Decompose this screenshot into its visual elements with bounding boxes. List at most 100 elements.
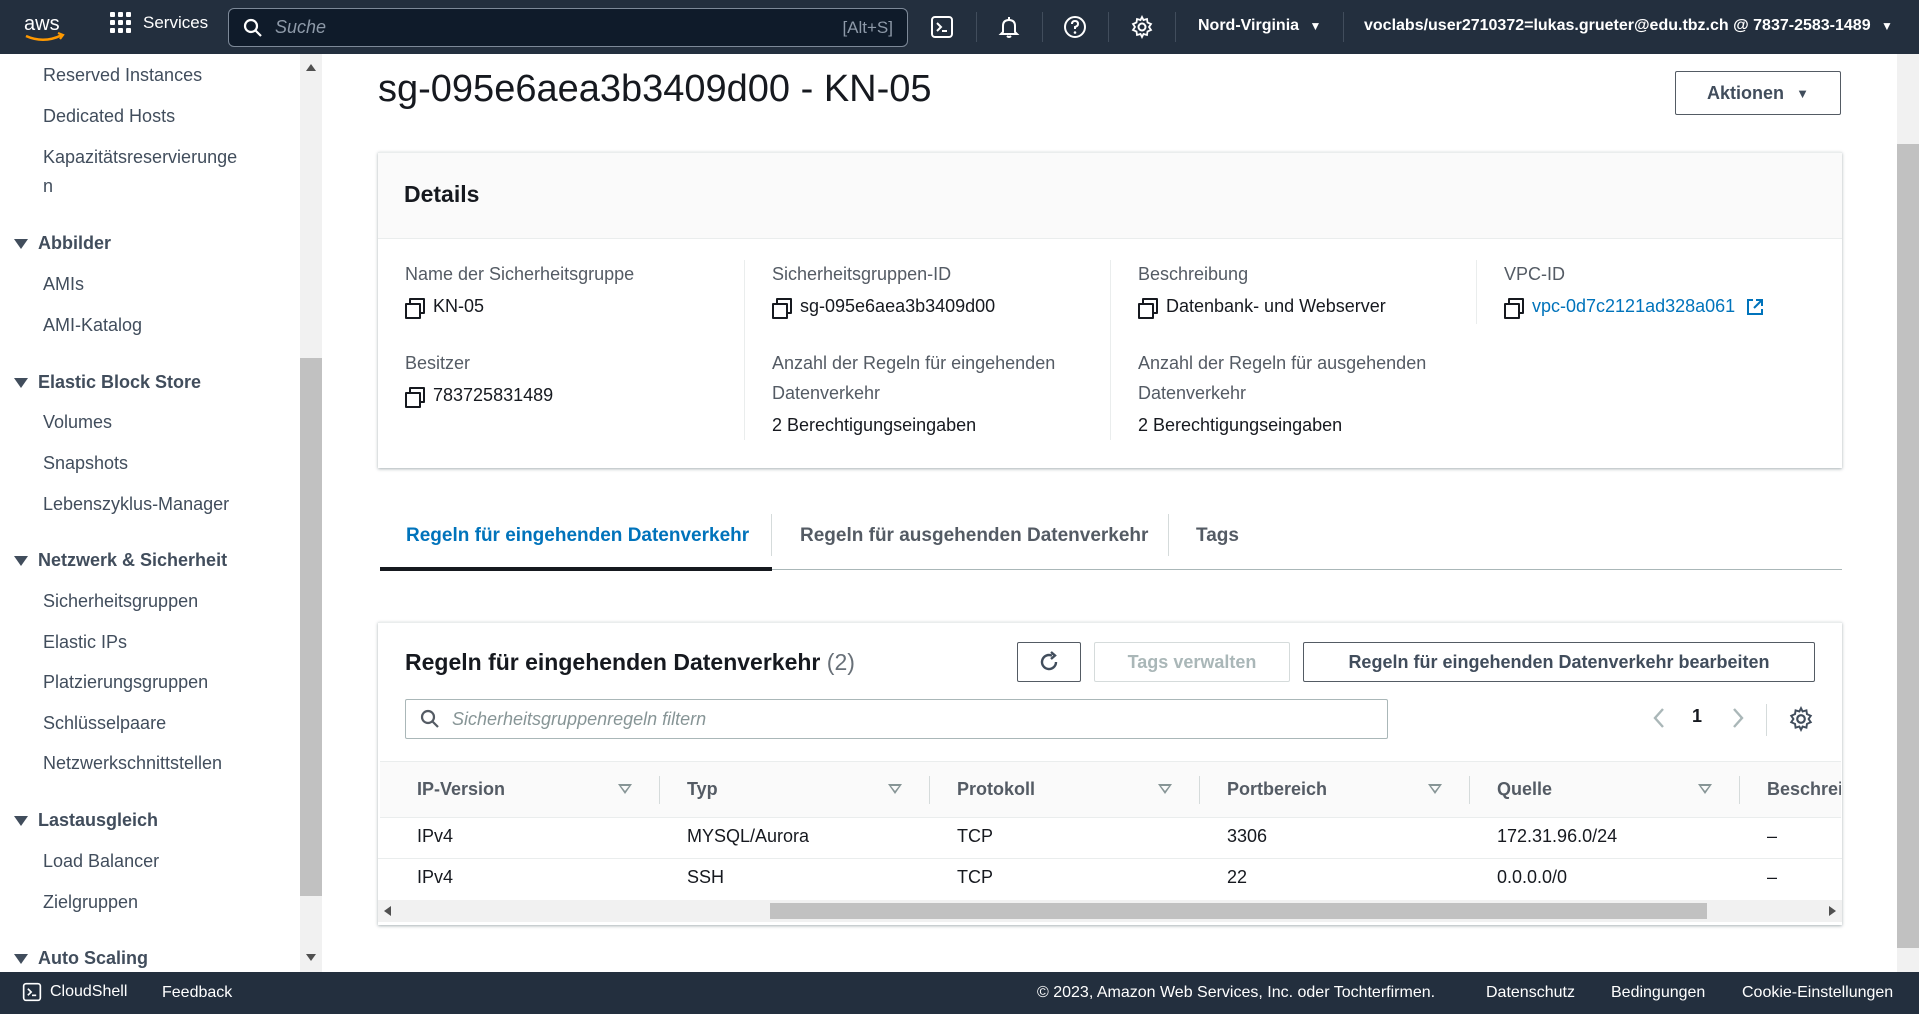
sidebar-item-load-balancer[interactable]: Load Balancer [43, 851, 159, 872]
row-divider [378, 858, 1842, 859]
sidebar-section-abbilder[interactable]: Abbilder [14, 233, 111, 254]
sidebar-section-title: Elastic Block Store [38, 372, 202, 392]
table-header: IP-Version Typ Protokoll Portbereich Que… [380, 761, 1841, 818]
description-value: Datenbank- und Webserver [1138, 296, 1386, 319]
sidebar-section-title: Netzwerk & Sicherheit [38, 550, 228, 570]
region-selector[interactable]: Nord-Virginia ▼ [1198, 17, 1321, 35]
sidebar-scrollbar-thumb[interactable] [300, 358, 322, 896]
terms-link[interactable]: Bedingungen [1611, 984, 1705, 1002]
account-menu[interactable]: voclabs/user2710372=lukas.grueter@edu.tb… [1364, 17, 1893, 35]
sort-icon[interactable] [618, 784, 632, 794]
sidebar-item-placement-groups[interactable]: Platzierungsgruppen [43, 672, 208, 693]
copy-icon[interactable] [405, 297, 425, 319]
sidebar-scrollbar[interactable] [300, 54, 322, 972]
rules-filter-input[interactable]: Sicherheitsgruppenregeln filtern [405, 699, 1388, 739]
page-vertical-scrollbar[interactable] [1897, 54, 1919, 972]
settings-gear-icon[interactable] [1128, 13, 1156, 41]
tab-tags[interactable]: Tags [1196, 502, 1239, 570]
search-icon [243, 18, 262, 37]
cell-protocol: TCP [957, 867, 993, 887]
sidebar-item-snapshots[interactable]: Snapshots [43, 453, 128, 474]
cloudshell-icon[interactable] [928, 13, 956, 41]
sg-name-text: KN-05 [433, 296, 485, 316]
horizontal-scrollbar-thumb[interactable] [770, 903, 1707, 919]
sort-icon[interactable] [1428, 784, 1442, 794]
external-link-icon[interactable] [1745, 297, 1765, 317]
sidebar-section-auto-scaling[interactable]: Auto Scaling [14, 948, 148, 969]
column-header-protocol[interactable]: Protokoll [957, 762, 1035, 817]
sidebar-item-lifecycle-manager[interactable]: Lebenszyklus-Manager [43, 494, 229, 515]
rules-heading-text: Regeln für eingehenden Datenverkehr [405, 649, 821, 675]
sidebar-item-capacity-reservations-wrap[interactable]: n [43, 176, 53, 197]
table-horizontal-scrollbar[interactable] [378, 900, 1842, 922]
notifications-bell-icon[interactable] [995, 13, 1023, 41]
page-title: sg-095e6aea3b3409d00 - KN-05 [378, 68, 932, 110]
active-tab-indicator [380, 567, 772, 571]
sidebar-item-ami-catalog[interactable]: AMI-Katalog [43, 315, 142, 336]
sidebar-section-network-security[interactable]: Netzwerk & Sicherheit [14, 550, 227, 571]
sidebar-item-elastic-ips[interactable]: Elastic IPs [43, 632, 127, 653]
vpc-id-label: VPC-ID [1504, 264, 1566, 284]
column-header-source[interactable]: Quelle [1497, 762, 1552, 817]
column-divider [1110, 260, 1111, 440]
sidebar-section-title: Auto Scaling [38, 948, 149, 968]
description-label: Beschreibung [1138, 264, 1249, 284]
column-header-ip-version[interactable]: IP-Version [417, 762, 505, 817]
sidebar-item-volumes[interactable]: Volumes [43, 412, 112, 433]
sidebar-item-amis[interactable]: AMIs [43, 274, 84, 295]
page-scrollbar-thumb[interactable] [1897, 144, 1919, 948]
sidebar-section-elastic-block-store[interactable]: Elastic Block Store [14, 372, 201, 393]
tab-outbound-rules[interactable]: Regeln für ausgehenden Datenverkehr [800, 502, 1148, 570]
caret-down-icon [14, 377, 28, 388]
scroll-left-arrow-icon[interactable] [384, 906, 391, 916]
aws-logo[interactable]: aws [22, 12, 70, 44]
copy-icon[interactable] [405, 386, 425, 408]
copy-icon[interactable] [772, 297, 792, 319]
sort-icon[interactable] [1158, 784, 1172, 794]
pagination-next-icon[interactable] [1729, 706, 1747, 730]
caret-down-icon [14, 238, 28, 249]
sidebar-item-dedicated-hosts[interactable]: Dedicated Hosts [43, 106, 175, 127]
scroll-right-arrow-icon[interactable] [1829, 906, 1836, 916]
vpc-id-link[interactable]: vpc-0d7c2121ad328a061 [1532, 296, 1735, 317]
tab-inbound-rules[interactable]: Regeln für eingehenden Datenverkehr [406, 502, 749, 570]
cloudshell-link[interactable]: CloudShell [22, 982, 127, 1002]
sidebar-item-security-groups[interactable]: Sicherheitsgruppen [43, 591, 198, 612]
scroll-down-arrow-icon[interactable] [306, 954, 316, 961]
sidebar-item-reserved-instances[interactable]: Reserved Instances [43, 65, 202, 86]
tab-bar: Regeln für eingehenden Datenverkehr Rege… [380, 502, 1842, 571]
sidebar-item-network-interfaces[interactable]: Netzwerkschnittstellen [43, 753, 222, 774]
table-preferences-gear-icon[interactable] [1788, 705, 1814, 733]
copy-icon[interactable] [1504, 297, 1524, 319]
privacy-link[interactable]: Datenschutz [1486, 984, 1575, 1002]
refresh-button[interactable] [1017, 642, 1081, 682]
aws-logo-text: aws [24, 13, 60, 35]
sidebar-section-load-balancing[interactable]: Lastausgleich [14, 810, 158, 831]
sidebar-item-target-groups[interactable]: Zielgruppen [43, 892, 138, 913]
column-header-port-range[interactable]: Portbereich [1227, 762, 1327, 817]
copy-icon[interactable] [1138, 297, 1158, 319]
help-icon[interactable] [1061, 13, 1089, 41]
edit-inbound-rules-button[interactable]: Regeln für eingehenden Datenverkehr bear… [1303, 642, 1815, 682]
sort-icon[interactable] [1698, 784, 1712, 794]
column-header-type[interactable]: Typ [687, 762, 718, 817]
actions-button[interactable]: Aktionen ▼ [1675, 71, 1841, 115]
outbound-count-value: 2 Berechtigungseingaben [1138, 415, 1343, 435]
cookie-settings-link[interactable]: Cookie-Einstellungen [1742, 984, 1893, 1002]
services-menu[interactable]: Services [110, 12, 208, 33]
pagination-previous-icon[interactable] [1650, 706, 1668, 730]
search-input[interactable]: Suche [Alt+S] [228, 8, 908, 47]
feedback-link[interactable]: Feedback [162, 984, 232, 1002]
sidebar-item-key-pairs[interactable]: Schlüsselpaare [43, 713, 166, 734]
pagination-page-number[interactable]: 1 [1692, 706, 1702, 727]
manage-tags-button[interactable]: Tags verwalten [1094, 642, 1290, 682]
filter-placeholder: Sicherheitsgruppenregeln filtern [452, 708, 707, 729]
caret-down-icon [14, 555, 28, 566]
sidebar-item-capacity-reservations[interactable]: Kapazitätsreservierunge [43, 147, 237, 168]
cell-description: – [1767, 826, 1778, 846]
owner-text: 783725831489 [433, 385, 554, 405]
column-header-description[interactable]: Beschrei [1767, 762, 1841, 817]
owner-label: Besitzer [405, 353, 471, 373]
sort-icon[interactable] [888, 784, 902, 794]
scroll-up-arrow-icon[interactable] [306, 64, 316, 71]
